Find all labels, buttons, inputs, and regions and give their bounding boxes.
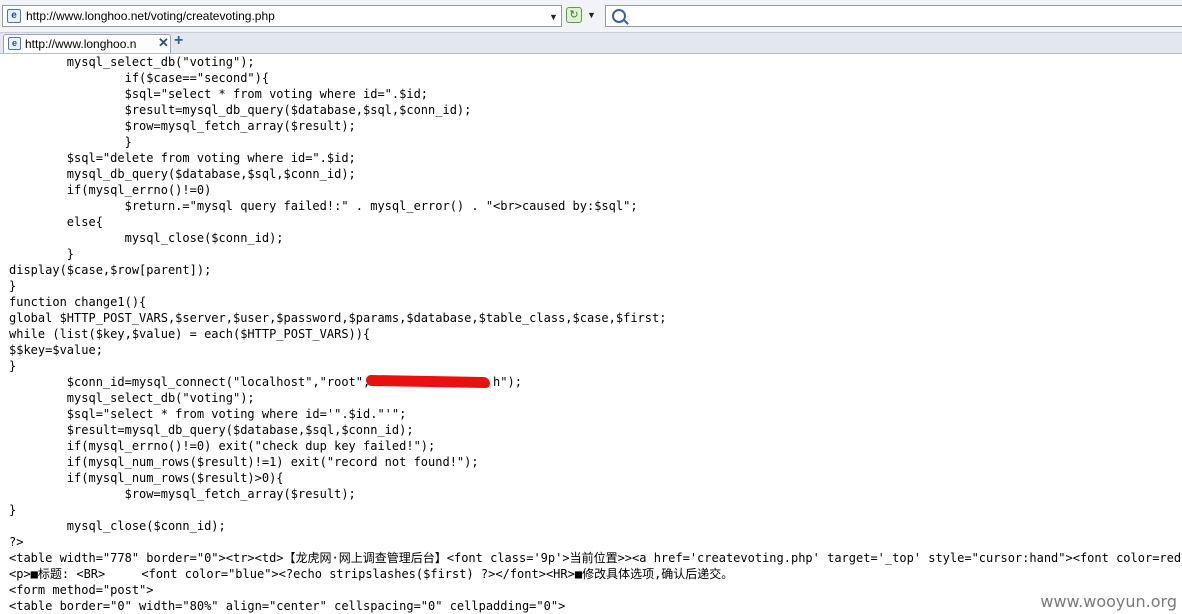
source-line: if(mysql_num_rows($result)!=1) exit("rec… <box>9 455 479 469</box>
chevron-down-icon[interactable]: ▼ <box>549 12 558 22</box>
source-line: if(mysql_errno()!=0) exit("check dup key… <box>9 439 436 453</box>
tab-bar: e http://www.longhoo.n ✕ + <box>0 32 1182 54</box>
source-line: } <box>9 359 17 373</box>
plus-icon[interactable]: + <box>174 32 183 50</box>
source-line: } <box>9 247 75 261</box>
source-line: if(mysql_errno()!=0) <box>9 183 212 197</box>
tab-longhoo[interactable]: e http://www.longhoo.n ✕ <box>3 34 171 53</box>
watermark: www.wooyun.org <box>1037 592 1180 611</box>
close-icon[interactable]: ✕ <box>158 35 169 51</box>
source-line: $sql="delete from voting where id=".$id; <box>9 151 356 165</box>
source-line: while (list($key,$value) = each($HTTP_PO… <box>9 327 371 341</box>
source-line: $conn_id=mysql_connect("localhost","root… <box>9 375 522 389</box>
ie-page-icon: e <box>7 9 21 23</box>
source-line: } <box>9 135 132 149</box>
address-url-text[interactable]: http://www.longhoo.net/voting/createvoti… <box>26 9 275 23</box>
source-line: $result=mysql_db_query($database,$sql,$c… <box>9 423 414 437</box>
source-line: if($case=="second"){ <box>9 71 270 85</box>
source-line: <table width="778" border="0"><tr><td>【龙… <box>9 551 1182 565</box>
ie-page-icon: e <box>8 37 21 50</box>
source-line: $row=mysql_fetch_array($result); <box>9 487 356 501</box>
source-line: else{ <box>9 215 103 229</box>
source-line: function change1(){ <box>9 295 147 309</box>
password-redaction-mark <box>365 374 491 389</box>
source-line: mysql_select_db("voting"); <box>9 391 255 405</box>
source-line: $result=mysql_db_query($database,$sql,$c… <box>9 103 472 117</box>
source-line: display($case,$row[parent]); <box>9 263 212 277</box>
source-line: mysql_close($conn_id); <box>9 231 284 245</box>
search-icon[interactable] <box>612 9 626 23</box>
source-line: mysql_select_db("voting"); <box>9 55 255 69</box>
refresh-dropdown-icon[interactable]: ▼ <box>587 10 596 20</box>
address-input[interactable]: e http://www.longhoo.net/voting/createvo… <box>2 5 562 27</box>
source-line: <table border="0" width="80%" align="cen… <box>9 599 566 613</box>
source-line: $row=mysql_fetch_array($result); <box>9 119 356 133</box>
search-input[interactable] <box>605 5 1182 27</box>
address-toolbar: e http://www.longhoo.net/voting/createvo… <box>0 0 1182 33</box>
source-line: ?> <box>9 535 24 549</box>
source-line: $sql="select * from voting where id=".$i… <box>9 87 429 101</box>
refresh-icon[interactable]: ↻ <box>566 7 582 23</box>
source-line: <form method="post"> <box>9 583 154 597</box>
source-line: <p>■标题: <BR> <font color="blue"><?echo s… <box>9 567 734 581</box>
source-line: global $HTTP_POST_VARS,$server,$user,$pa… <box>9 311 667 325</box>
source-line: mysql_db_query($database,$sql,$conn_id); <box>9 167 356 181</box>
source-line: $return.="mysql query failed!:" . mysql_… <box>9 199 638 213</box>
source-line: $$key=$value; <box>9 343 103 357</box>
source-line: $sql="select * from voting where id='".$… <box>9 407 407 421</box>
source-line: if(mysql_num_rows($result)>0){ <box>9 471 284 485</box>
source-line: } <box>9 503 17 517</box>
source-line: mysql_close($conn_id); <box>9 519 226 533</box>
source-line: } <box>9 279 17 293</box>
page-source-code: mysql_select_db("voting"); if($case=="se… <box>9 54 1181 614</box>
tab-label[interactable]: http://www.longhoo.n <box>25 37 136 51</box>
